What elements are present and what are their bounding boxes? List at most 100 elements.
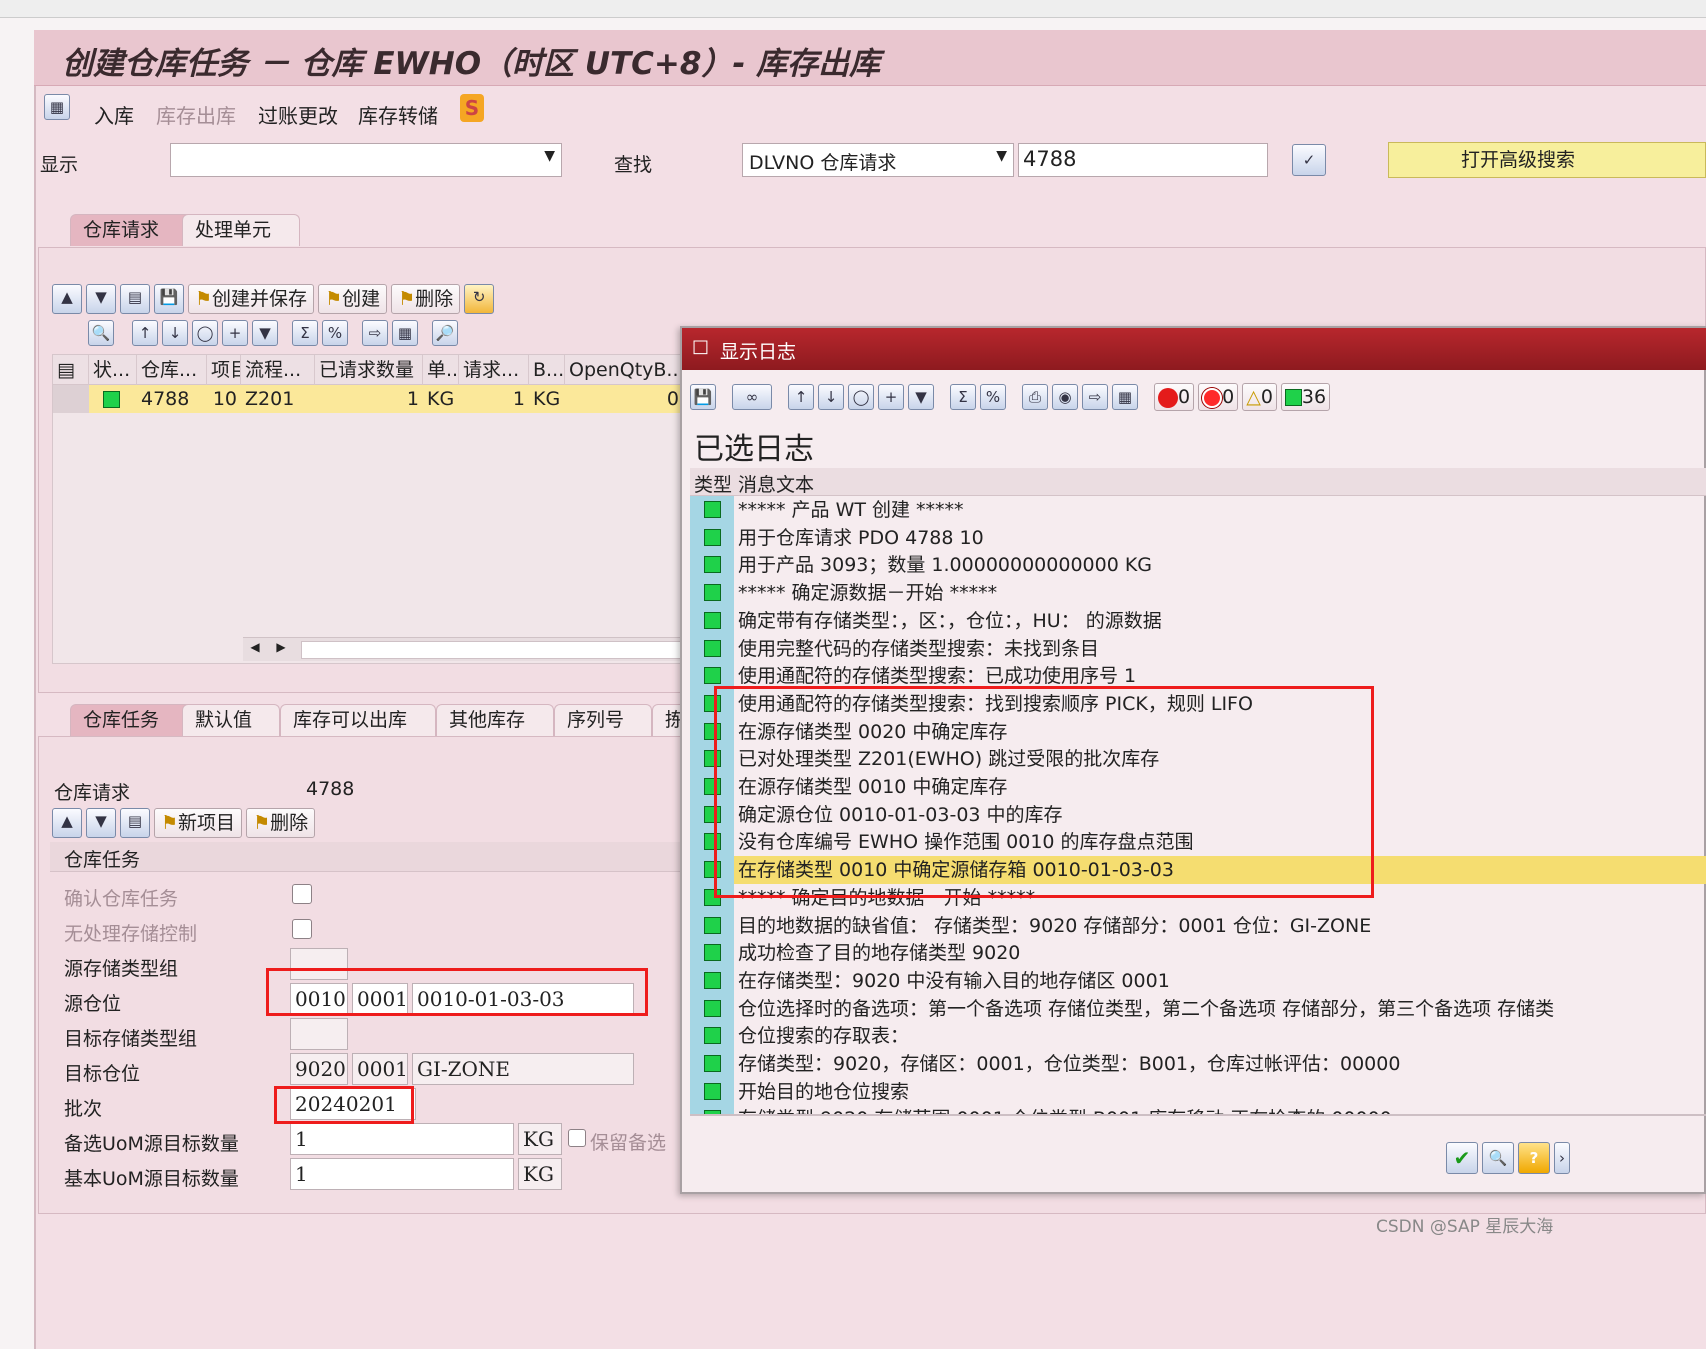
layout-icon[interactable]: ▦ (392, 320, 418, 346)
log-row[interactable]: 确定带有存储类型：，区：，仓位：，HU： 的源数据 (690, 606, 1706, 635)
log-row[interactable]: 使用完整代码的存储类型搜索：未找到条目 (690, 634, 1706, 663)
find-next-icon[interactable]: + (222, 320, 248, 346)
col-warehouse-request[interactable]: 仓库... (137, 355, 207, 385)
select-all-icon[interactable]: ▤ (53, 355, 89, 385)
find-binoculars-icon[interactable]: ◯ (192, 320, 218, 346)
find-input[interactable]: 4788 (1018, 143, 1268, 177)
views-icon[interactable]: ◉ (1052, 384, 1078, 410)
filter-icon[interactable]: ▼ (252, 320, 278, 346)
dest-bin-field[interactable]: GI-ZONE (412, 1053, 634, 1085)
alt-uom-unit-field[interactable]: KG (518, 1123, 562, 1155)
success-count-button[interactable]: 36 (1280, 383, 1331, 411)
log-row[interactable]: 存储类型：9020，存储区：0001，仓位类型：B001，仓库过帐评估：0000… (690, 1050, 1706, 1078)
find-binoculars-icon[interactable]: ◯ (848, 384, 874, 410)
col-requested-qty[interactable]: 已请求数量 (315, 355, 423, 385)
warning-count-button[interactable]: △0 (1242, 383, 1277, 411)
log-row[interactable]: 在存储类型：9020 中没有输入目的地存储区 0001 (690, 966, 1706, 995)
help-icon[interactable]: ? (1518, 1142, 1550, 1174)
detail-zoom-icon[interactable]: 🔍 (1482, 1142, 1514, 1174)
filter-icon[interactable]: ▼ (908, 384, 934, 410)
col-request[interactable]: 请求... (459, 355, 529, 385)
scroll-down-icon[interactable]: ▼ (86, 284, 116, 314)
scroll-thumb[interactable] (301, 641, 681, 659)
print-icon[interactable]: ⎙ (1022, 384, 1048, 410)
sort-descending-icon[interactable]: ↓ (162, 320, 188, 346)
col-open-qty[interactable]: OpenQtyB... (565, 355, 683, 385)
export-icon[interactable]: ⇨ (362, 320, 388, 346)
log-row[interactable]: 开始目的地仓位搜索 (690, 1077, 1706, 1106)
sum-icon[interactable]: Σ (292, 320, 318, 346)
row-selector[interactable] (53, 385, 89, 413)
sort-ascending-icon[interactable]: ↑ (788, 384, 814, 410)
display-variant-icon[interactable]: ∞ (732, 384, 772, 410)
transaction-icon[interactable]: ▦ (44, 94, 70, 120)
log-row[interactable]: ***** 确定源数据－开始 ***** (690, 579, 1706, 608)
dest-bin-section-field[interactable]: 0001 (352, 1053, 408, 1085)
menu-inbound[interactable]: 入库 (94, 100, 134, 129)
keep-alt-checkbox[interactable] (568, 1129, 586, 1147)
dest-type-group-field[interactable] (290, 1018, 348, 1050)
open-advanced-search-button[interactable]: 打开高级搜索 (1388, 142, 1706, 178)
scroll-down-icon[interactable]: ▼ (86, 808, 116, 838)
log-row[interactable]: 仓位选择时的备选项：第一个备选项 存储位类型，第二个备选项 存储部分，第三个备选… (690, 994, 1706, 1023)
col-batch[interactable]: B... (529, 355, 565, 385)
layout-icon[interactable]: ▦ (1112, 384, 1138, 410)
dest-bin-type-field[interactable]: 9020 (290, 1053, 348, 1085)
print-preview-icon[interactable]: 🔎 (432, 320, 458, 346)
tab-serial-numbers[interactable]: 序列号 (554, 704, 652, 736)
delete-button[interactable]: ⚑删除 (391, 284, 461, 314)
table-row[interactable]: 4788 10 Z201 1 KG 1 KG 0 (53, 385, 683, 413)
log-row[interactable]: 目的地数据的缺省值： 存储类型：9020 存储部分：0001 仓位：GI-ZON… (690, 911, 1706, 940)
create-and-save-button[interactable]: ⚑创建并保存 (188, 284, 315, 314)
menu-stock-transfer[interactable]: 库存转储 (358, 100, 438, 129)
col-message-text[interactable]: 消息文本 (738, 470, 814, 497)
scroll-up-icon[interactable]: ▲ (52, 284, 82, 314)
execute-search-icon[interactable]: ✓ (1292, 144, 1326, 176)
delete-item-button[interactable]: ⚑删除 (246, 808, 316, 838)
log-row[interactable]: 用于仓库请求 PDO 4788 10 (690, 523, 1706, 552)
error-count-button[interactable]: 0 (1198, 383, 1239, 411)
display-dropdown[interactable]: ▼ (170, 143, 562, 177)
menu-posting-change[interactable]: 过账更改 (258, 100, 338, 129)
document-icon[interactable]: ▤ (120, 808, 150, 838)
scroll-left-icon[interactable]: ◀ (243, 640, 267, 660)
create-button[interactable]: ⚑创建 (318, 284, 388, 314)
confirm-task-checkbox[interactable] (292, 884, 312, 904)
log-row[interactable]: 仓位搜索的存取表： (690, 1022, 1706, 1051)
base-uom-qty-field[interactable]: 1 (290, 1158, 514, 1190)
export-icon[interactable]: ⇨ (1082, 384, 1108, 410)
scroll-right-icon[interactable]: ▶ (269, 640, 293, 660)
subtotal-icon[interactable]: % (322, 320, 348, 346)
col-item[interactable]: 项目 (207, 355, 241, 385)
alt-uom-qty-field[interactable]: 1 (290, 1123, 514, 1155)
log-dialog-titlebar[interactable]: □ 显示日志 (682, 328, 1706, 370)
scroll-up-icon[interactable]: ▲ (52, 808, 82, 838)
sum-icon[interactable]: Σ (950, 384, 976, 410)
stop-count-button[interactable]: 0 (1154, 383, 1195, 411)
zoom-icon[interactable]: 🔍 (88, 320, 114, 346)
confirm-check-icon[interactable]: ✔ (1446, 1142, 1478, 1174)
col-unit[interactable]: 单... (423, 355, 459, 385)
no-hu-control-checkbox[interactable] (292, 919, 312, 939)
find-next-icon[interactable]: + (878, 384, 904, 410)
find-type-dropdown[interactable]: DLVNO 仓库请求 ▼ (742, 143, 1014, 177)
horizontal-scrollbar[interactable]: ◀ ▶ (243, 637, 683, 661)
tab-handling-unit[interactable]: 处理单元 (182, 214, 300, 246)
subtotal-icon[interactable]: % (980, 384, 1006, 410)
save-icon[interactable]: 💾 (154, 284, 184, 314)
col-type[interactable]: 类型 (694, 470, 732, 497)
log-row[interactable]: 存储类型 9020 存储范围 0001 仓位类型 B001 库存移动 正在检查的… (690, 1105, 1706, 1114)
log-row[interactable]: 成功检查了目的地存储类型 9020 (690, 939, 1706, 968)
tools-icon[interactable]: ↻ (464, 284, 495, 314)
log-row[interactable]: ***** 产品 WT 创建 ***** (690, 496, 1706, 524)
log-row[interactable]: 用于产品 3093；数量 1.00000000000000 KG (690, 551, 1706, 580)
base-uom-unit-field[interactable]: KG (518, 1158, 562, 1190)
more-icon[interactable]: › (1554, 1142, 1570, 1174)
menu-outbound[interactable]: 库存出库 (156, 100, 236, 129)
details-icon[interactable]: ▤ (120, 284, 150, 314)
warehouse-request-cell[interactable]: 4788 (137, 385, 207, 413)
tab-stock-available[interactable]: 库存可以出库 (280, 704, 436, 736)
new-item-button[interactable]: ⚑新项目 (154, 808, 243, 838)
save-icon[interactable]: 💾 (690, 384, 716, 410)
tab-other-stock[interactable]: 其他库存 (436, 704, 554, 736)
